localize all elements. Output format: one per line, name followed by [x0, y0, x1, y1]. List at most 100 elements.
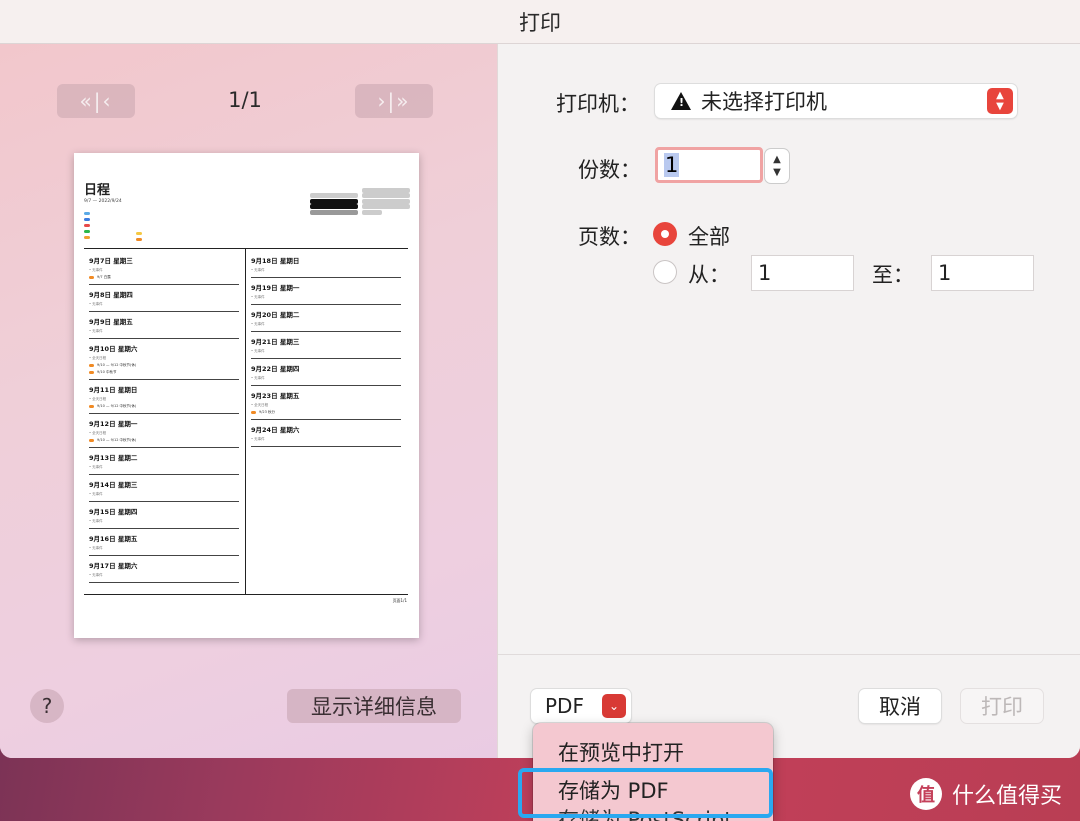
show-details-button[interactable]: 显示详细信息: [287, 689, 461, 723]
day-event: 9/7 白露: [89, 275, 239, 280]
day-entry: 9月13日 星期二 • 无事件: [89, 452, 239, 475]
event-text: 9/10 — 9/12 中秋节(休): [97, 404, 137, 408]
day-entry: 9月9日 星期五 • 无事件: [89, 316, 239, 339]
day-entry: 9月21日 星期三 • 无事件: [251, 336, 401, 359]
day-entry: 9月11日 星期日 • 全天日程 9/10 — 9/12 中秋节(休): [89, 384, 239, 414]
stepper-up-icon[interactable]: ▲: [773, 153, 781, 166]
event-text: 9/10 — 9/12 中秋节(休): [97, 438, 137, 442]
event-color-swatch: [89, 364, 94, 367]
day-date: 9月24日 星期六: [251, 426, 300, 434]
day-entry: 9月16日 星期五 • 无事件: [89, 533, 239, 556]
day-rule: [89, 284, 239, 285]
day-rule: [89, 379, 239, 380]
day-subtitle: • 无事件: [89, 519, 103, 523]
watermark: 值 什么值得买: [910, 776, 1062, 812]
day-subtitle: • 无事件: [89, 465, 103, 469]
day-entry: 9月22日 星期四 • 无事件: [251, 363, 401, 386]
watermark-logo-icon: 值: [910, 778, 942, 810]
day-subtitle: • 无事件: [89, 573, 103, 577]
print-button[interactable]: 打印: [961, 689, 1043, 723]
day-entry: 9月20日 星期二 • 无事件: [251, 309, 401, 332]
day-subtitle: • 全天日程: [89, 431, 107, 435]
day-subtitle: • 无事件: [251, 268, 265, 272]
day-date: 9月11日 星期日: [89, 386, 138, 394]
event-text: 9/10 中秋节: [97, 370, 117, 374]
prev-page-button[interactable]: «|‹: [57, 84, 135, 118]
bottom-separator: [498, 654, 1080, 655]
mini-calendar-october: [362, 177, 410, 216]
event-color-swatch: [251, 411, 256, 414]
pages-all-radio[interactable]: [653, 222, 677, 246]
day-date: 9月22日 星期四: [251, 365, 300, 373]
printer-select[interactable]: 未选择打印机 ▲▼: [655, 84, 1017, 118]
doc-range: 9/7 — 2022/9/24: [84, 199, 122, 204]
day-subtitle: • 无事件: [251, 295, 265, 299]
help-button[interactable]: ?: [30, 689, 64, 723]
day-rule: [251, 446, 401, 447]
watermark-text: 什么值得买: [952, 784, 1063, 809]
calendar-legend-extra: [136, 230, 146, 242]
page-preview: 日程 9/7 — 2022/9/24 9月7日 星期三 • 无事件 9/7 白露…: [74, 153, 419, 638]
day-date: 9月21日 星期三: [251, 338, 300, 346]
day-event: 9/23 秋分: [251, 410, 401, 415]
day-event: 9/10 — 9/12 中秋节(休): [89, 363, 239, 368]
day-rule: [251, 358, 401, 359]
day-date: 9月18日 星期日: [251, 257, 300, 265]
day-subtitle: • 无事件: [251, 437, 265, 441]
cancel-button[interactable]: 取消: [859, 689, 941, 723]
pages-from-field[interactable]: 1: [752, 256, 853, 290]
chevron-down-icon: ⌄: [602, 694, 626, 718]
day-subtitle: • 无事件: [89, 329, 103, 333]
event-color-swatch: [89, 276, 94, 279]
day-subtitle: • 全天日程: [89, 356, 107, 360]
pdf-menu-button[interactable]: PDF ⌄: [531, 689, 631, 723]
day-date: 9月15日 星期四: [89, 508, 138, 516]
calendar-legend: [84, 210, 94, 240]
day-entry: 9月24日 星期六 • 无事件: [251, 424, 401, 447]
next-page-button[interactable]: ›|»: [355, 84, 433, 118]
copies-field[interactable]: 1: [655, 147, 763, 183]
day-event: 9/10 — 9/12 中秋节(休): [89, 404, 239, 409]
day-rule: [89, 555, 239, 556]
day-rule: [89, 311, 239, 312]
day-entry: 9月19日 星期一 • 无事件: [251, 282, 401, 305]
day-subtitle: • 无事件: [89, 302, 103, 306]
day-event: 9/10 中秋节: [89, 370, 239, 375]
printer-label: 打印机：: [556, 92, 640, 116]
day-date: 9月7日 星期三: [89, 257, 133, 265]
day-date: 9月17日 星期六: [89, 562, 138, 570]
day-date: 9月13日 星期二: [89, 454, 138, 462]
day-rule: [89, 413, 239, 414]
day-date: 9月23日 星期五: [251, 392, 300, 400]
day-rule: [89, 447, 239, 448]
day-date: 9月10日 星期六: [89, 345, 138, 353]
menu-item-open-in-preview[interactable]: 在预览中打开: [533, 733, 773, 771]
day-rule: [89, 582, 239, 583]
day-entry: 9月14日 星期三 • 无事件: [89, 479, 239, 502]
day-rule: [251, 277, 401, 278]
settings-pane: 打印机： 未选择打印机 ▲▼ 份数： 1 ▲▼ 页数： 全部 从： 1 至： 1…: [498, 44, 1080, 758]
day-rule: [251, 304, 401, 305]
day-rule: [89, 338, 239, 339]
day-subtitle: • 无事件: [251, 322, 265, 326]
stepper-down-icon[interactable]: ▼: [773, 166, 781, 179]
day-subtitle: • 无事件: [89, 492, 103, 496]
print-dialog: 打印 «|‹ 1/1 ›|» 日程 9/7 — 2022/9/24 9月7日 星…: [0, 0, 1080, 758]
pages-range-radio[interactable]: [653, 260, 677, 284]
day-subtitle: • 无事件: [89, 268, 103, 272]
header-rule: [84, 248, 408, 249]
copies-stepper[interactable]: ▲ ▼: [765, 149, 789, 183]
mini-calendar-september: [310, 177, 358, 216]
day-date: 9月19日 星期一: [251, 284, 300, 292]
day-date: 9月9日 星期五: [89, 318, 133, 326]
pages-to-field[interactable]: 1: [932, 256, 1033, 290]
day-subtitle: • 全天日程: [251, 403, 269, 407]
page-footer: 页面1/1: [392, 598, 407, 603]
day-entry: 9月23日 星期五 • 全天日程 9/23 秋分: [251, 390, 401, 420]
event-text: 9/10 — 9/12 中秋节(休): [97, 363, 137, 367]
day-date: 9月12日 星期一: [89, 420, 138, 428]
pages-label: 页数：: [578, 225, 641, 249]
day-subtitle: • 无事件: [89, 546, 103, 550]
day-entry: 9月17日 星期六 • 无事件: [89, 560, 239, 583]
day-date: 9月8日 星期四: [89, 291, 133, 299]
